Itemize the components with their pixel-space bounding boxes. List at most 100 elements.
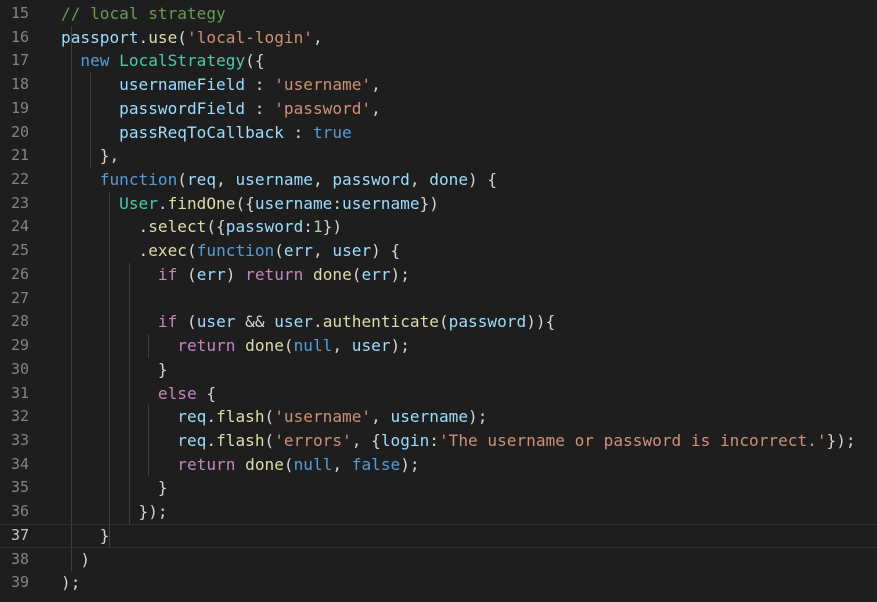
code-token: ( [283,336,294,356]
code-token: ( [177,264,197,284]
code-token: : [283,122,313,142]
code-token: usernameField [119,75,246,95]
code-token: , [312,241,333,261]
code-token: ) { [468,170,498,190]
code-token: err [283,241,313,261]
code-line[interactable]: 35 } [0,476,877,500]
line-number: 27 [10,288,29,307]
code-line[interactable]: 39); [0,571,877,595]
code-token: function [196,241,275,261]
code-line[interactable]: 26 if (err) return done(err); [0,263,877,287]
code-line[interactable]: 15 // local strategy [0,2,877,26]
code-token: ); [390,264,410,284]
line-number: 38 [10,549,29,568]
code-text: req.flash('username', username); [61,405,487,429]
code-token: done [429,170,469,190]
code-line[interactable]: 19 passwordField : 'password', [0,97,877,121]
code-token: done [245,336,284,356]
code-text: function(req, username, password, done) … [61,168,497,192]
code-line[interactable]: 24 .select({password:1}) [0,215,877,239]
code-token: passport [61,27,139,47]
code-token: ); [390,336,410,356]
code-line[interactable]: 22 function(req, username, password, don… [0,168,877,192]
code-line[interactable]: 34 return done(null, false); [0,453,877,477]
code-line[interactable]: 29 return done(null, user); [0,334,877,358]
code-token: // local strategy [61,4,226,23]
code-token: flash [216,407,265,427]
code-line[interactable]: 30 } [0,358,877,382]
code-token: ( [264,430,275,450]
code-text: } [61,358,168,382]
code-token: 'username' [274,407,372,427]
code-token: password [448,312,527,332]
code-token: . [206,430,217,450]
code-line[interactable]: 18 usernameField : 'username', [0,73,877,97]
code-token: 1 [312,217,323,237]
code-token: else [157,383,197,403]
line-number: 24 [10,217,29,236]
line-number: 26 [10,264,29,283]
line-number: 19 [10,98,29,117]
code-token: : [245,98,275,118]
code-text: .exec(function(err, user) { [61,239,401,263]
code-token: return [245,264,304,284]
code-line[interactable]: 33 req.flash('errors', {login:'The usern… [0,429,877,453]
code-text: req.flash('errors', {login:'The username… [61,429,855,453]
code-token: )){ [526,312,556,332]
code-token: ({ [245,51,265,71]
code-token: ({ [206,217,226,237]
code-line[interactable]: 38 ) [0,548,877,572]
line-number: 22 [10,170,29,189]
code-token: } [61,478,168,498]
code-editor[interactable]: 15// local strategy 16 passport.use('local… [0,0,877,602]
code-line[interactable]: 37 } [0,523,877,548]
code-line[interactable]: 21 }, [0,144,877,168]
code-line[interactable]: 32 req.flash('username', username); [0,405,877,429]
code-token: : [429,430,439,450]
code-line[interactable]: 28 if (user && user.authenticate(passwor… [0,310,877,334]
code-text: }, [61,144,119,168]
code-line[interactable]: 36 }); [0,500,877,524]
code-token: err [361,264,391,284]
code-text: User.findOne({username:username}) [61,192,439,216]
code-token: ); [400,454,420,474]
code-token: } [61,525,110,545]
code-token: User [119,193,158,213]
code-line[interactable]: 23 User.findOne({username:username}) [0,192,877,216]
code-token: , { [351,430,381,450]
code-token: , [332,336,352,356]
code-text: if (err) return done(err); [61,263,410,287]
code-token: if [157,264,178,284]
code-token: return [177,336,236,356]
code-text: // local strategy [61,2,226,26]
code-token: , [312,27,323,47]
code-token: , [216,170,236,190]
code-text: } [61,476,168,500]
code-line[interactable]: 16 passport.use('local-login', [0,26,877,50]
code-token: ) [61,549,91,569]
code-text: passport.use('local-login', [61,26,323,50]
code-text: passReqToCallback : true [61,121,352,145]
code-line[interactable]: 20 passReqToCallback : true [0,121,877,145]
code-token: 'The username or password is incorrect.' [438,430,827,450]
line-number: 32 [10,407,29,426]
code-line[interactable]: 25 .exec(function(err, user) { [0,239,877,263]
code-token: use [148,27,178,47]
line-number: 35 [10,478,29,497]
line-number: 25 [10,241,29,260]
code-line[interactable]: 31 else { [0,382,877,406]
code-line[interactable]: 17 new LocalStrategy({ [0,49,877,73]
code-token: user [351,336,391,356]
code-line[interactable]: 27 [0,287,877,311]
code-token: , [371,75,381,95]
code-token: ( [177,170,187,190]
line-number: 34 [10,454,29,473]
code-token: 'local-login' [187,27,313,47]
code-token: , [312,170,333,190]
